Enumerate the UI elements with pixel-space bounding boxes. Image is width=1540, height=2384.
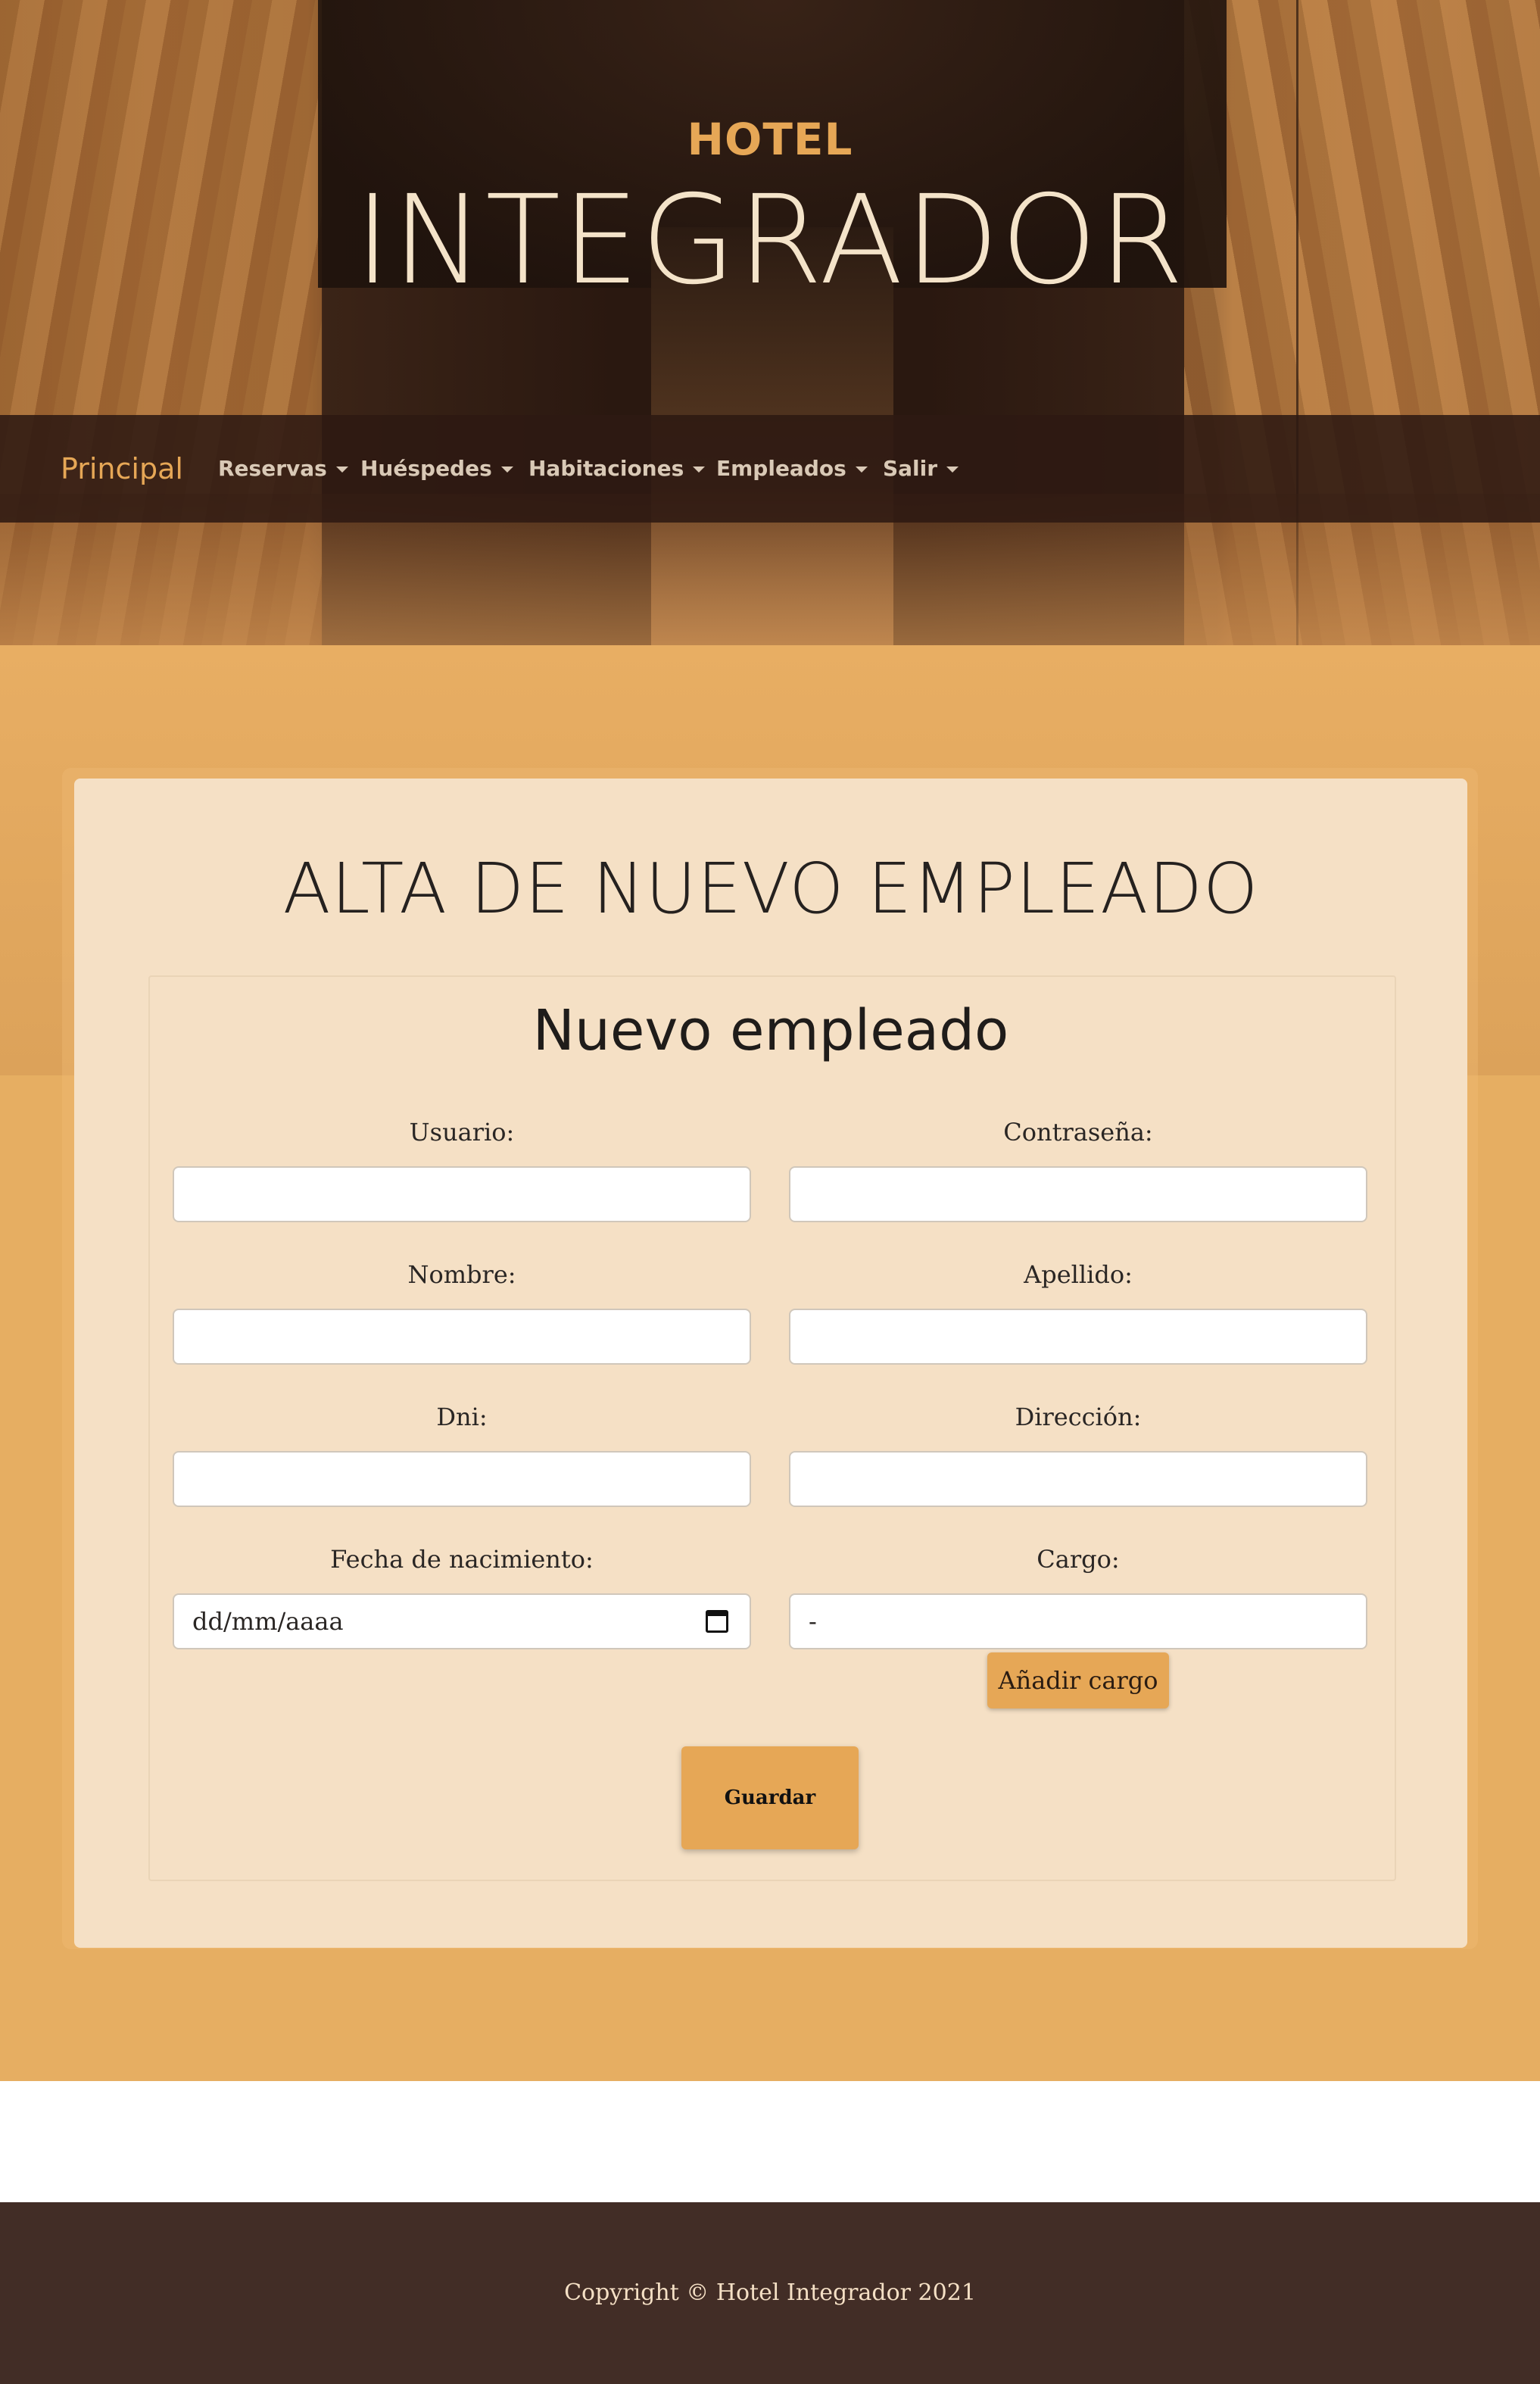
nav-item-habitaciones[interactable]: Habitaciones — [528, 415, 706, 523]
cargo-label: Cargo: — [1037, 1545, 1120, 1574]
nav-item-label: Huéspedes — [360, 456, 492, 481]
caret-down-icon — [335, 467, 348, 473]
cargo-selected-value: - — [809, 1607, 817, 1636]
form-title: Nuevo empleado — [532, 998, 1009, 1063]
nav-item-salir[interactable]: Salir — [883, 415, 959, 523]
date-placeholder: dd/mm/aaaa — [192, 1607, 344, 1636]
nav-item-empleados[interactable]: Empleados — [716, 415, 868, 523]
cargo-select[interactable]: - — [789, 1593, 1367, 1649]
nav-item-huespedes[interactable]: Huéspedes — [360, 415, 513, 523]
dni-input[interactable] — [173, 1451, 751, 1507]
apellido-label: Apellido: — [1024, 1260, 1133, 1289]
apellido-input[interactable] — [789, 1309, 1367, 1365]
caret-down-icon — [946, 467, 959, 473]
fecha-nacimiento-input[interactable]: dd/mm/aaaa — [173, 1593, 751, 1649]
hero-banner — [0, 0, 1540, 645]
caret-down-icon — [855, 467, 868, 473]
direccion-label: Dirección: — [1015, 1403, 1142, 1431]
nombre-input[interactable] — [173, 1309, 751, 1365]
footer: Copyright © Hotel Integrador 2021 — [0, 2202, 1540, 2384]
nombre-label: Nombre: — [407, 1260, 516, 1289]
site-title: INTEGRADOR — [354, 170, 1186, 312]
usuario-input[interactable] — [173, 1166, 751, 1222]
site-subtitle: HOTEL — [687, 114, 853, 165]
nav-brand-link[interactable]: Principal — [61, 415, 183, 523]
nav-item-label: Habitaciones — [528, 456, 684, 481]
footer-copyright: Copyright © Hotel Integrador 2021 — [564, 2279, 976, 2306]
nav-item-label: Empleados — [716, 456, 846, 481]
fecha-nacimiento-label: Fecha de nacimiento: — [330, 1545, 594, 1574]
page-title: ALTA DE NUEVO EMPLEADO — [282, 848, 1259, 929]
usuario-label: Usuario: — [409, 1118, 515, 1147]
caret-down-icon — [693, 467, 706, 473]
save-button[interactable]: Guardar — [681, 1746, 859, 1849]
add-cargo-button[interactable]: Añadir cargo — [987, 1652, 1169, 1708]
navbar: Principal Reservas Huéspedes Habitacione… — [0, 415, 1540, 523]
caret-down-icon — [500, 467, 513, 473]
calendar-icon[interactable] — [706, 1610, 728, 1633]
nav-item-label: Salir — [883, 456, 938, 481]
dni-label: Dni: — [436, 1403, 488, 1431]
nav-item-label: Reservas — [218, 456, 327, 481]
nav-item-reservas[interactable]: Reservas — [218, 415, 348, 523]
direccion-input[interactable] — [789, 1451, 1367, 1507]
contrasena-label: Contraseña: — [1003, 1118, 1153, 1147]
contrasena-input[interactable] — [789, 1166, 1367, 1222]
